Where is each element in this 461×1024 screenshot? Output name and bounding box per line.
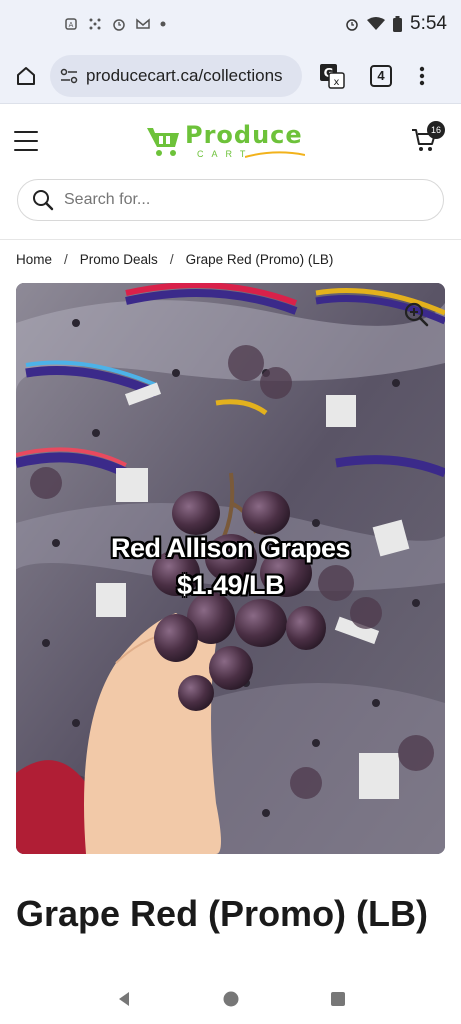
tab-switcher-button[interactable]: 4 (370, 64, 392, 87)
product-title: Grape Red (Promo) (LB) (16, 893, 429, 934)
more-vert-icon (419, 66, 425, 85)
wifi-icon (367, 17, 386, 30)
back-icon[interactable] (115, 990, 133, 1008)
breadcrumb-home[interactable]: Home (16, 252, 52, 267)
address-bar[interactable]: producecart.ca/collections (50, 54, 302, 97)
site-logo[interactable]: Produce CART (145, 121, 305, 165)
logo-wordmark: Produce (185, 121, 303, 149)
image-overlay-name: Red Allison Grapes (110, 533, 351, 563)
search-icon (33, 190, 54, 211)
alarm-icon (113, 19, 125, 31)
menu-icon[interactable] (14, 131, 38, 151)
svg-text:x: x (334, 77, 340, 88)
browser-menu-button[interactable] (412, 62, 432, 90)
recents-icon[interactable] (329, 990, 347, 1008)
cart-logo-icon (147, 128, 179, 156)
site-settings-icon (60, 68, 78, 83)
breadcrumb-separator: / (64, 252, 68, 267)
breadcrumb-separator: / (169, 252, 174, 267)
dots-icon (89, 18, 101, 30)
status-time: 5:54 (410, 13, 447, 34)
logo-swoosh (245, 151, 305, 158)
grapes-photo (16, 283, 445, 854)
url-text: producecart.ca/collections (86, 65, 283, 85)
alarm-icon (346, 19, 358, 31)
product-image[interactable]: Red Allison Grapes $1.49/LB (16, 283, 445, 854)
status-left-icons: A (64, 17, 166, 31)
translate-icon: Gx (320, 63, 345, 89)
search-input[interactable] (64, 191, 424, 209)
cart-count-badge: 16 (427, 121, 445, 139)
home-button[interactable] (8, 58, 44, 94)
gmail-icon (136, 18, 150, 29)
battery-icon (393, 16, 403, 32)
zoom-icon[interactable] (403, 301, 429, 327)
translate-button[interactable]: Gx (318, 62, 346, 90)
home-nav-icon[interactable] (222, 990, 240, 1008)
browser-toolbar: producecart.ca/collections Gx 4 (0, 48, 461, 104)
search-bar[interactable] (17, 179, 444, 221)
system-nav-bar (0, 974, 461, 1024)
header-divider (0, 239, 461, 240)
notification-icon: A (65, 18, 77, 30)
home-icon (17, 66, 35, 85)
breadcrumb-current: Grape Red (Promo) (LB) (185, 252, 334, 267)
status-right: 5:54 (345, 13, 447, 35)
breadcrumb-promo-deals[interactable]: Promo Deals (80, 252, 158, 267)
cart-button[interactable]: 16 (411, 121, 445, 155)
dot-icon (160, 21, 166, 27)
breadcrumb: Home / Promo Deals / Grape Red (Promo) (… (16, 252, 333, 267)
svg-text:A: A (69, 22, 74, 29)
image-overlay-price: $1.49/LB (176, 570, 285, 600)
site-header: Produce CART 16 (0, 105, 461, 177)
status-bar: A 5:54 (0, 0, 461, 48)
